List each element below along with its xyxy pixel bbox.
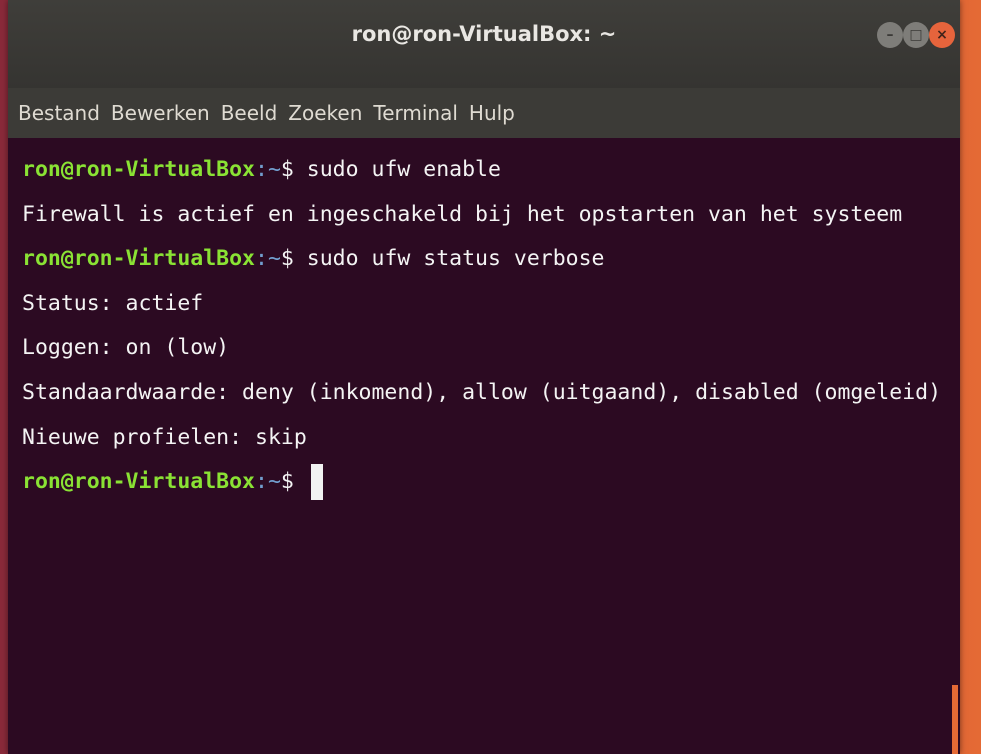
terminal-line-output: Firewall is actief en ingeschakeld bij h…	[22, 201, 903, 227]
window-title: ron@ron-VirtualBox: ~	[351, 22, 617, 46]
terminal-output[interactable]: ron@ron-VirtualBox:~$ sudo ufw enable Fi…	[8, 138, 960, 754]
terminal-line-output: Standaardwaarde: deny (inkomend), allow …	[22, 379, 942, 405]
close-icon[interactable]: ×	[929, 22, 955, 48]
maximize-icon[interactable]: □	[903, 22, 929, 48]
prompt-dir: :~	[255, 246, 281, 272]
menu-item-hulp[interactable]: Hulp	[469, 101, 515, 125]
terminal-line-prompt: ron@ron-VirtualBox:~$	[22, 460, 960, 505]
prompt-user: ron@ron-VirtualBox	[22, 246, 255, 272]
prompt-dir: :~	[255, 157, 281, 182]
prompt-user: ron@ron-VirtualBox	[22, 157, 255, 182]
menu-item-bestand[interactable]: Bestand	[18, 101, 100, 125]
terminal-line-output: Loggen: on (low)	[22, 335, 230, 361]
minimize-icon[interactable]: –	[877, 22, 903, 48]
menu-item-bewerken[interactable]: Bewerken	[111, 101, 210, 125]
desktop-edge	[952, 685, 958, 754]
terminal-line-command: ron@ron-VirtualBox:~$ sudo ufw status ve…	[22, 237, 960, 282]
prompt-user: ron@ron-VirtualBox	[22, 469, 255, 495]
prompt-dir: :~	[255, 469, 281, 495]
prompt-symbol: $	[280, 469, 307, 495]
terminal-line-output: Status: actief	[22, 290, 204, 316]
menu-item-zoeken[interactable]: Zoeken	[288, 101, 362, 125]
menu-item-beeld[interactable]: Beeld	[221, 101, 278, 125]
terminal-window: ron@ron-VirtualBox: ~ – □ × Bestand Bewe…	[8, 0, 960, 754]
terminal-line-command: ron@ron-VirtualBox:~$ sudo ufw enable	[22, 148, 960, 193]
prompt-symbol: $	[280, 157, 307, 182]
terminal-line-output: Nieuwe profielen: skip	[22, 424, 307, 450]
title-bar[interactable]: ron@ron-VirtualBox: ~ – □ ×	[8, 0, 960, 88]
command-text: sudo ufw status verbose	[306, 246, 605, 272]
prompt-symbol: $	[280, 246, 307, 272]
command-text: sudo ufw enable	[306, 157, 501, 182]
menu-bar: Bestand Bewerken Beeld Zoeken Terminal H…	[8, 88, 960, 138]
menu-item-terminal[interactable]: Terminal	[373, 101, 458, 125]
text-cursor	[310, 464, 323, 501]
